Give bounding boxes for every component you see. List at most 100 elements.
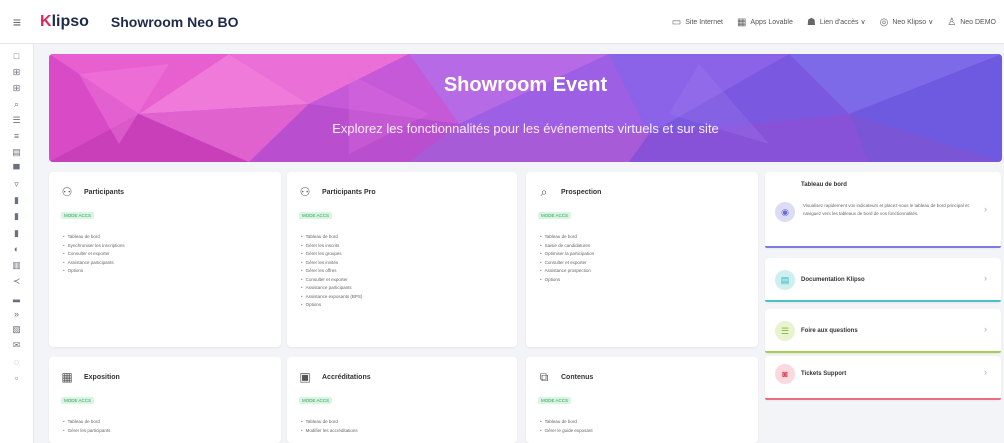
list-item[interactable]: Tableau de bord (301, 418, 358, 427)
globe-icon: ◎ (879, 16, 889, 28)
chat-icon[interactable]: □ (10, 50, 24, 62)
content-icon: ⧉ (539, 369, 549, 384)
list-item[interactable]: Gérer le guide exposant (540, 427, 593, 436)
contenus-card[interactable]: ⧉ Contenus MODE ACCS Tableau de bord Gér… (526, 357, 758, 443)
user-menu[interactable]: ♙ Neo DEMO (947, 17, 996, 28)
feature-list: Tableau de bord Saisie de candidatures O… (540, 233, 595, 285)
faq-card[interactable]: ☰ Foire aux questions › (765, 309, 1001, 353)
shield-icon[interactable]: ▿ (10, 179, 24, 191)
list-item[interactable]: Tableau de bord (301, 233, 362, 242)
hamburger-menu-icon[interactable]: ≡ (0, 0, 34, 44)
list-item[interactable]: Assistance prospection (540, 267, 594, 276)
prospection-card[interactable]: ⌕ Prospection MODE ACCS Tableau de bord … (526, 172, 758, 347)
list-item[interactable]: Synchroniser les inscriptions (63, 242, 125, 251)
chart-icon[interactable]: ▂ (10, 291, 24, 303)
participants-card[interactable]: ⚇ Participants MODE ACCS Tableau de bord… (49, 172, 281, 347)
faq-title: Foire aux questions (801, 328, 858, 334)
card-title: Accréditations (322, 373, 371, 381)
list-item[interactable]: Gérer les inscrits (301, 242, 362, 251)
dashboard-card[interactable]: Tableau de bord ◉ Visualisez rapidement … (765, 172, 1001, 248)
status-badge: MODE ACCS (61, 212, 95, 219)
card-title: Participants Pro (322, 188, 376, 196)
file-icon[interactable]: ▮ (10, 195, 24, 207)
list-item[interactable]: Options (63, 267, 125, 276)
list-item[interactable]: Tableau de bord (540, 418, 593, 427)
monitor-icon: ▭ (671, 16, 682, 28)
menu-icon[interactable]: ≡ (10, 130, 24, 142)
card-title: Participants (84, 188, 125, 196)
site-internet-link[interactable]: ▭ Site Internet (672, 17, 723, 28)
status-badge: MODE ACCS (299, 397, 333, 404)
grid-icon[interactable]: ⊞ (10, 66, 24, 78)
feature-list: Tableau de bord Gérer le guide exposant (540, 418, 593, 435)
list-item[interactable]: Consulter et exporter (63, 250, 125, 259)
status-badge: MODE ACCS (299, 212, 333, 219)
share-icon[interactable]: ≺ (10, 275, 24, 287)
feature-list: Tableau de bord Gérer les participants (63, 418, 111, 436)
event-selector-dropdown[interactable]: ◎ Neo Klipso ∨ (880, 17, 934, 28)
top-actions: ▭ Site Internet ▦ Apps Lovable ☗ Lien d'acc… (672, 0, 996, 44)
stats-icon[interactable]: ▧ (10, 324, 24, 336)
list-icon[interactable]: ☰ (10, 114, 24, 126)
list-item[interactable]: Consulter et exporter (540, 259, 594, 268)
list-item[interactable]: Options (301, 301, 362, 310)
users-icon: ☗ (806, 16, 816, 28)
documentation-title: Documentation Klipso (801, 277, 865, 283)
banner-title: Showroom Event (443, 74, 608, 96)
list-item[interactable]: Saisie de candidatures (540, 242, 594, 251)
app-title: Showroom Neo BO (110, 13, 239, 30)
apps-link[interactable]: ▦ Apps Lovable (737, 17, 793, 28)
search-icon: ⌕ (540, 184, 548, 199)
tag-icon[interactable]: ◐ (10, 243, 24, 255)
documentation-card[interactable]: ▤ Documentation Klipso › (765, 258, 1001, 302)
hero-banner: Showroom Event Explorez les fonctionnali… (49, 54, 1002, 162)
list-item[interactable]: Tableau de bord (63, 418, 110, 427)
chevron-right-icon: › (984, 273, 987, 283)
list-item[interactable]: Modifier les accréditations (301, 427, 358, 436)
exposition-card[interactable]: ▦ Exposition MODE ACCS Tableau de bord G… (49, 357, 281, 443)
list-item[interactable]: Consulter et exporter (301, 276, 362, 285)
mail-icon[interactable]: ✉ (10, 340, 24, 352)
list-item[interactable]: Options (540, 276, 594, 285)
chevron-right-icon: › (984, 204, 987, 214)
grid-icon[interactable]: ⊞ (10, 82, 24, 94)
question-icon: ☰ (775, 321, 795, 341)
list-item[interactable]: Optimiser la participation (540, 250, 595, 259)
document-icon[interactable]: ▮ (10, 227, 24, 239)
accreditations-card[interactable]: ▣ Accréditations MODE ACCS Tableau de bo… (287, 357, 517, 443)
building-icon[interactable]: ▮ (10, 211, 24, 223)
status-badge: MODE ACCS (538, 397, 572, 404)
list-item[interactable]: Assistance exposants (BPS) (301, 293, 363, 302)
tickets-card[interactable]: ◙ Tickets Support › (765, 356, 1001, 400)
list-item[interactable]: Gérer les groupes (301, 250, 362, 259)
chevron-right-icon: › (984, 324, 987, 334)
side-navigation: □ ⊞ ⊞ ⌕ ☰ ≡ ▤ ▀ ▿ ▮ ▮ ▮ ◐ ▥ ≺ ▂ » ▧ ✉ ◌ … (0, 44, 34, 443)
forward-icon[interactable]: » (10, 308, 24, 320)
badge-icon: ▣ (299, 370, 311, 384)
table-icon[interactable]: ▥ (10, 259, 24, 271)
access-link-dropdown[interactable]: ☗ Lien d'accès ∨ (807, 17, 866, 28)
list-item[interactable]: Gérer les offres (301, 267, 362, 276)
list-item[interactable]: Tableau de bord (63, 233, 125, 242)
feature-list: Tableau de bord Modifier les accréditati… (301, 418, 358, 435)
feature-list: Tableau de bord Gérer les inscrits Gérer… (301, 233, 363, 310)
calendar-icon[interactable]: ▤ (10, 147, 24, 159)
polygon-background (49, 54, 1002, 162)
folder-icon[interactable]: ▀ (10, 163, 24, 175)
list-item[interactable]: Assistance participants (301, 284, 362, 293)
tickets-title: Tickets Support (801, 371, 847, 377)
dashboard-title: Tableau de bord (801, 182, 847, 188)
bulb-icon[interactable]: ◌ (10, 356, 24, 368)
search-icon[interactable]: ⌕ (10, 98, 24, 110)
book-icon: ▤ (775, 270, 795, 290)
list-item[interactable]: Tableau de bord (540, 233, 594, 242)
list-item[interactable]: Assistance participants (63, 259, 125, 268)
ticket-icon: ◙ (775, 364, 795, 384)
list-item[interactable]: Gérer les invités (301, 259, 362, 268)
grid-icon: ▦ (61, 370, 73, 384)
box-icon[interactable]: ▫ (10, 372, 24, 384)
list-item[interactable]: Gérer les participants (63, 427, 111, 436)
participants-pro-card[interactable]: ⚇ Participants Pro MODE ACCS Tableau de … (287, 172, 517, 347)
card-title: Contenus (561, 373, 594, 381)
klipso-logo[interactable]: Klipso (40, 13, 89, 31)
